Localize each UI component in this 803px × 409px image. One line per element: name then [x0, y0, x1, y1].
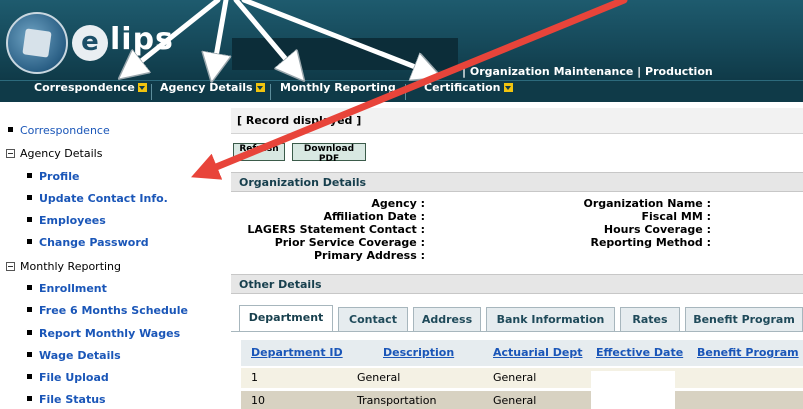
- nav-correspondence[interactable]: Correspondence: [34, 81, 147, 102]
- tab-department[interactable]: Department: [239, 305, 333, 332]
- sidebar-item-label: Update Contact Info.: [39, 192, 168, 205]
- main-nav-bar: Correspondence Agency Details Monthly Re…: [0, 80, 803, 102]
- field-organization-name-label: Organization Name :: [583, 197, 711, 210]
- nav-divider: [405, 84, 406, 100]
- section-organization-details: Organization Details: [231, 172, 803, 192]
- sidebar-item-file-upload[interactable]: File Upload: [27, 368, 109, 388]
- tab-rates[interactable]: Rates: [620, 307, 680, 332]
- bullet-icon: [27, 217, 32, 222]
- chevron-down-icon: [137, 83, 147, 92]
- sidebar-item-profile[interactable]: Profile: [27, 167, 79, 187]
- header-title-area: [232, 38, 458, 70]
- sidebar-item-change-password[interactable]: Change Password: [27, 233, 149, 253]
- table-row[interactable]: 1 General General: [241, 368, 803, 388]
- column-header-effective-date[interactable]: Effective Date: [596, 340, 683, 366]
- nav-certification-label: Certification: [424, 81, 501, 94]
- sidebar-item-label: File Upload: [39, 371, 109, 384]
- field-agency-label: Agency :: [371, 197, 425, 210]
- app-header: e lips | Organization Maintenance | Prod…: [0, 0, 803, 80]
- cell-actuarial-dept: General: [493, 394, 537, 407]
- column-header-actuarial-dept[interactable]: Actuarial Dept: [493, 340, 583, 366]
- bullet-icon: [27, 374, 32, 379]
- bullet-icon: [27, 285, 32, 290]
- column-header-description[interactable]: Description: [383, 340, 454, 366]
- sidebar-item-correspondence[interactable]: Correspondence: [8, 121, 110, 141]
- sidebar-item-report-monthly-wages[interactable]: Report Monthly Wages: [27, 324, 180, 344]
- bullet-icon: [27, 307, 32, 312]
- field-prior-service-label: Prior Service Coverage :: [274, 236, 425, 249]
- bullet-icon: [27, 396, 32, 401]
- field-reporting-method-label: Reporting Method :: [590, 236, 711, 249]
- sidebar-item-label: Employees: [39, 214, 106, 227]
- nav-monthly-reporting-label: Monthly Reporting: [280, 81, 396, 94]
- sidebar-item-enrollment[interactable]: Enrollment: [27, 279, 107, 299]
- sidebar-item-update-contact[interactable]: Update Contact Info.: [27, 189, 168, 209]
- redacted-cell: [591, 371, 675, 409]
- main-content: [ Record displayed ] Refresh Download PD…: [231, 108, 803, 409]
- chevron-down-icon: [503, 83, 513, 92]
- column-header-benefit-program[interactable]: Benefit Program: [697, 340, 799, 366]
- collapse-icon[interactable]: [6, 149, 15, 158]
- cell-description: Transportation: [357, 394, 437, 407]
- nav-divider: [151, 84, 152, 100]
- logo-e-badge: e: [72, 25, 108, 61]
- nav-divider: [270, 84, 271, 100]
- record-status-bar: [ Record displayed ]: [231, 108, 803, 134]
- sidebar-item-label: Change Password: [39, 236, 149, 249]
- column-header-department-id[interactable]: Department ID: [251, 340, 343, 366]
- sidebar-item-label: Wage Details: [39, 349, 121, 362]
- sidebar-group-label: Agency Details: [20, 147, 103, 160]
- section-other-details: Other Details: [231, 274, 803, 294]
- table-row[interactable]: 10 Transportation General: [241, 391, 803, 409]
- sidebar-item-employees[interactable]: Employees: [27, 211, 106, 231]
- tab-panel-border: [231, 331, 803, 332]
- bullet-icon: [27, 239, 32, 244]
- nav-agency-details-label: Agency Details: [160, 81, 253, 94]
- sidebar-item-label: File Status: [39, 393, 106, 406]
- state-seal-logo: [6, 12, 68, 74]
- cell-department-id: 1: [251, 371, 258, 384]
- cell-department-id: 10: [251, 394, 265, 407]
- tab-bank-information[interactable]: Bank Information: [486, 307, 615, 332]
- sidebar-group-agency-details[interactable]: Agency Details: [6, 144, 102, 164]
- nav-monthly-reporting[interactable]: Monthly Reporting: [280, 81, 396, 102]
- collapse-icon[interactable]: [6, 262, 15, 271]
- bullet-icon: [27, 195, 32, 200]
- sidebar-item-label: Report Monthly Wages: [39, 327, 181, 340]
- sidebar-group-label: Monthly Reporting: [20, 260, 122, 273]
- bullet-icon: [27, 173, 32, 178]
- sidebar-item-label: Correspondence: [20, 124, 110, 137]
- header-links[interactable]: | Organization Maintenance | Production: [462, 65, 713, 78]
- field-primary-address-label: Primary Address :: [313, 249, 425, 262]
- field-hours-coverage-label: Hours Coverage :: [603, 223, 711, 236]
- bullet-icon: [27, 330, 32, 335]
- sidebar-item-wage-details[interactable]: Wage Details: [27, 346, 121, 366]
- field-affiliation-date-label: Affiliation Date :: [323, 210, 426, 223]
- refresh-button[interactable]: Refresh: [233, 143, 285, 161]
- sidebar-item-free-6-months[interactable]: Free 6 Months Schedule: [27, 301, 188, 321]
- field-fiscal-mm-label: Fiscal MM :: [641, 210, 712, 223]
- cell-actuarial-dept: General: [493, 371, 537, 384]
- nav-correspondence-label: Correspondence: [34, 81, 135, 94]
- logo-wordmark: lips: [110, 22, 174, 57]
- field-statement-contact-label: LAGERS Statement Contact :: [247, 223, 425, 236]
- left-sidebar: Correspondence Agency Details Profile Up…: [0, 102, 229, 409]
- chevron-down-icon: [255, 83, 265, 92]
- sidebar-group-monthly-reporting[interactable]: Monthly Reporting: [6, 257, 121, 277]
- sidebar-item-label: Enrollment: [39, 282, 107, 295]
- nav-agency-details[interactable]: Agency Details: [160, 81, 265, 102]
- bullet-icon: [27, 352, 32, 357]
- tab-address[interactable]: Address: [413, 307, 481, 332]
- sidebar-item-label: Free 6 Months Schedule: [39, 304, 188, 317]
- cell-description: General: [357, 371, 401, 384]
- tab-benefit-program[interactable]: Benefit Program: [685, 307, 803, 332]
- download-pdf-button[interactable]: Download PDF: [292, 143, 366, 164]
- nav-certification[interactable]: Certification: [424, 81, 513, 102]
- sidebar-item-file-status[interactable]: File Status: [27, 390, 106, 409]
- table-header: Department ID Description Actuarial Dept…: [241, 340, 803, 366]
- bullet-icon: [8, 127, 13, 132]
- tab-contact[interactable]: Contact: [338, 307, 408, 332]
- sidebar-item-label: Profile: [39, 170, 80, 183]
